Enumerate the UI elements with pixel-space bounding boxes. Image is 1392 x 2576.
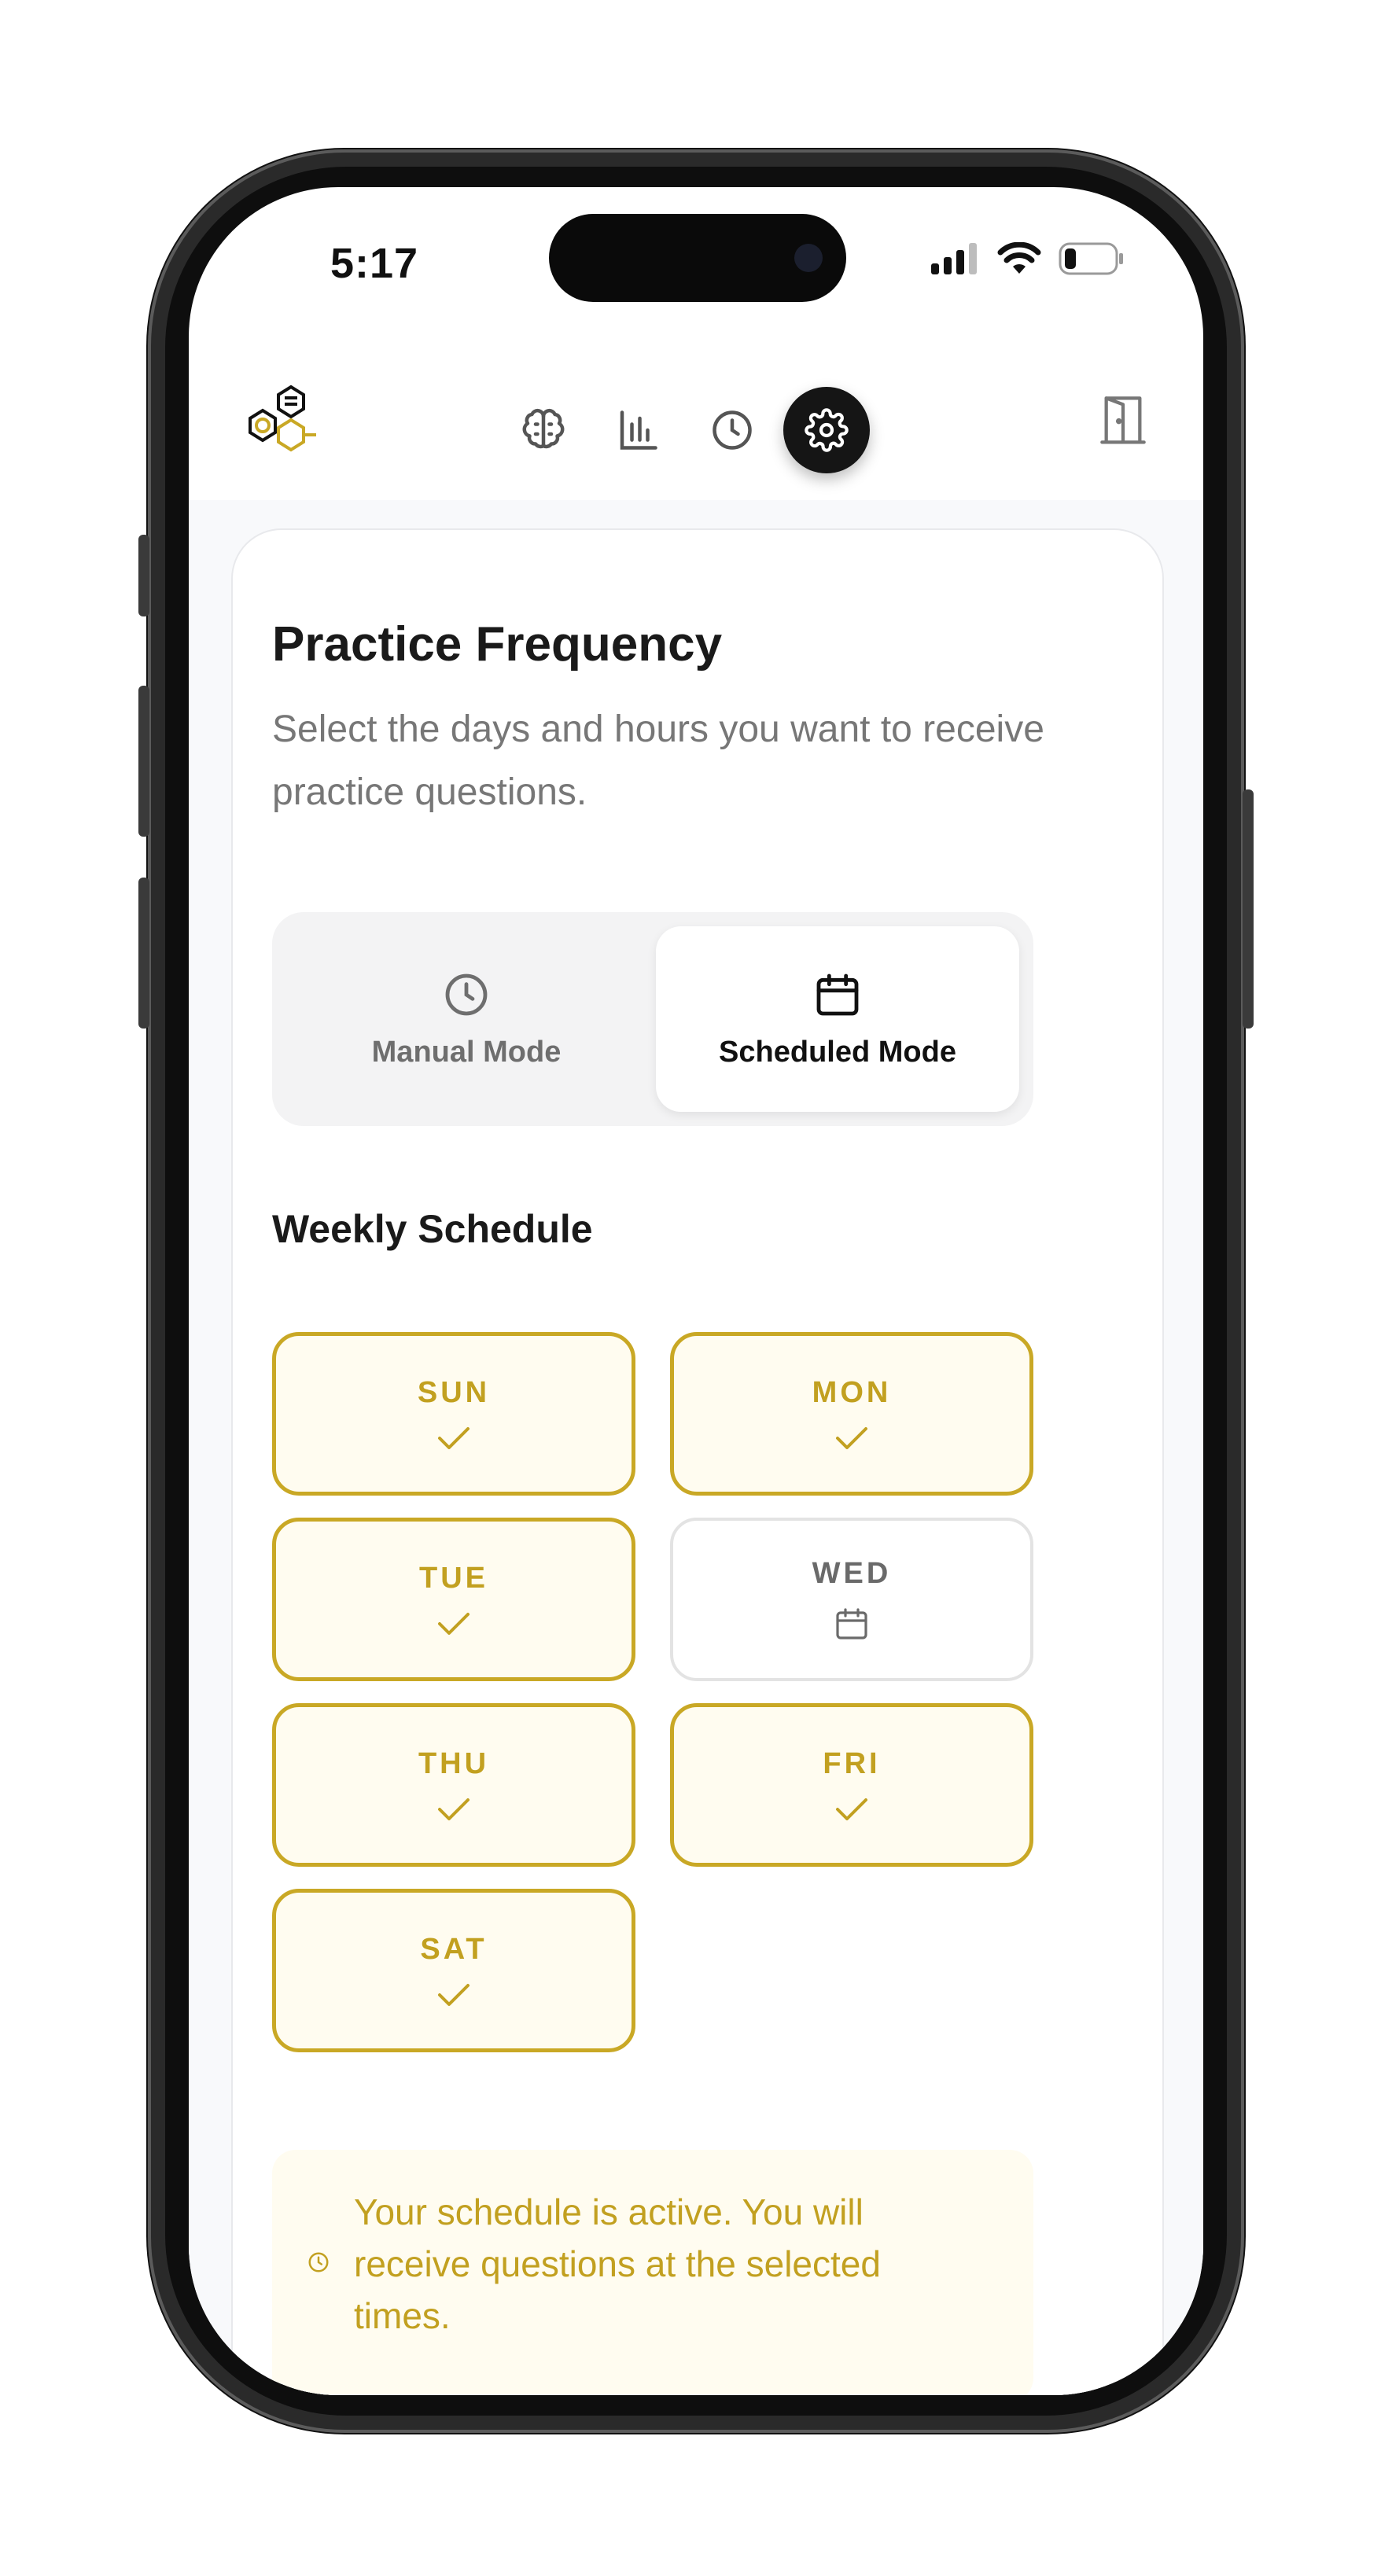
check-icon — [438, 1426, 470, 1449]
nav-stats-button[interactable] — [595, 387, 681, 473]
weekly-schedule-title: Weekly Schedule — [272, 1207, 593, 1251]
dynamic-island — [549, 214, 846, 302]
status-time: 5:17 — [330, 240, 419, 287]
check-icon — [836, 1426, 867, 1449]
action-button — [138, 535, 149, 616]
day-toggle-thu[interactable]: THU — [272, 1703, 635, 1867]
clock-icon — [445, 973, 488, 1015]
day-label: TUE — [419, 1561, 488, 1595]
day-label: SAT — [420, 1932, 488, 1966]
page-title: Practice Frequency — [272, 617, 723, 672]
schedule-active-notice: Your schedule is active. You will receiv… — [272, 2150, 1033, 2395]
app-logo[interactable] — [233, 381, 343, 471]
volume-down-button — [138, 878, 149, 1029]
bar-chart-icon — [620, 410, 657, 450]
day-toggle-tue[interactable]: TUE — [272, 1518, 635, 1681]
logout-button[interactable] — [1098, 392, 1148, 451]
day-label: SUN — [417, 1375, 491, 1409]
calendar-icon — [816, 973, 859, 1015]
manual-mode-button[interactable]: Manual Mode — [285, 926, 648, 1112]
door-exit-icon — [1100, 396, 1146, 444]
nav-settings-button[interactable] — [783, 387, 870, 473]
nav-brain-button[interactable] — [500, 387, 587, 473]
wifi-icon — [997, 242, 1041, 274]
volume-up-button — [138, 686, 149, 837]
day-toggle-sat[interactable]: SAT — [272, 1889, 635, 2052]
clock-icon — [713, 410, 752, 450]
check-icon — [438, 1612, 470, 1635]
notice-text: Your schedule is active. You will receiv… — [354, 2191, 881, 2336]
scheduled-mode-button[interactable]: Scheduled Mode — [656, 926, 1019, 1112]
mode-selector: Manual Mode Scheduled Mode — [272, 912, 1033, 1126]
screen: 5:17 Practice Frequency Select the days … — [189, 187, 1203, 2395]
day-toggle-mon[interactable]: MON — [670, 1332, 1033, 1496]
day-label: MON — [812, 1375, 892, 1409]
nav-history-button[interactable] — [689, 387, 775, 473]
day-toggle-wed[interactable]: WED — [670, 1518, 1033, 1681]
brain-icon — [522, 408, 565, 449]
battery-icon — [1059, 242, 1123, 275]
day-toggle-fri[interactable]: FRI — [670, 1703, 1033, 1867]
check-icon — [438, 1798, 470, 1820]
gear-icon — [805, 408, 849, 452]
page-subtitle: Select the days and hours you want to re… — [272, 708, 1044, 813]
check-icon — [438, 1983, 470, 2006]
manual-mode-label: Manual Mode — [371, 1035, 562, 1069]
day-label: THU — [418, 1746, 490, 1780]
status-icons — [931, 242, 1125, 275]
day-label: FRI — [823, 1746, 881, 1780]
day-toggle-sun[interactable]: SUN — [272, 1332, 635, 1496]
signal-icon — [931, 243, 977, 274]
check-icon — [836, 1798, 867, 1820]
scheduled-mode-label: Scheduled Mode — [719, 1035, 956, 1069]
top-navigation — [189, 360, 1203, 502]
power-button — [1243, 789, 1254, 1029]
hexagon-logo-icon — [249, 385, 316, 452]
day-label: WED — [812, 1556, 892, 1590]
clock-icon — [308, 2252, 329, 2272]
calendar-icon — [836, 1607, 867, 1639]
